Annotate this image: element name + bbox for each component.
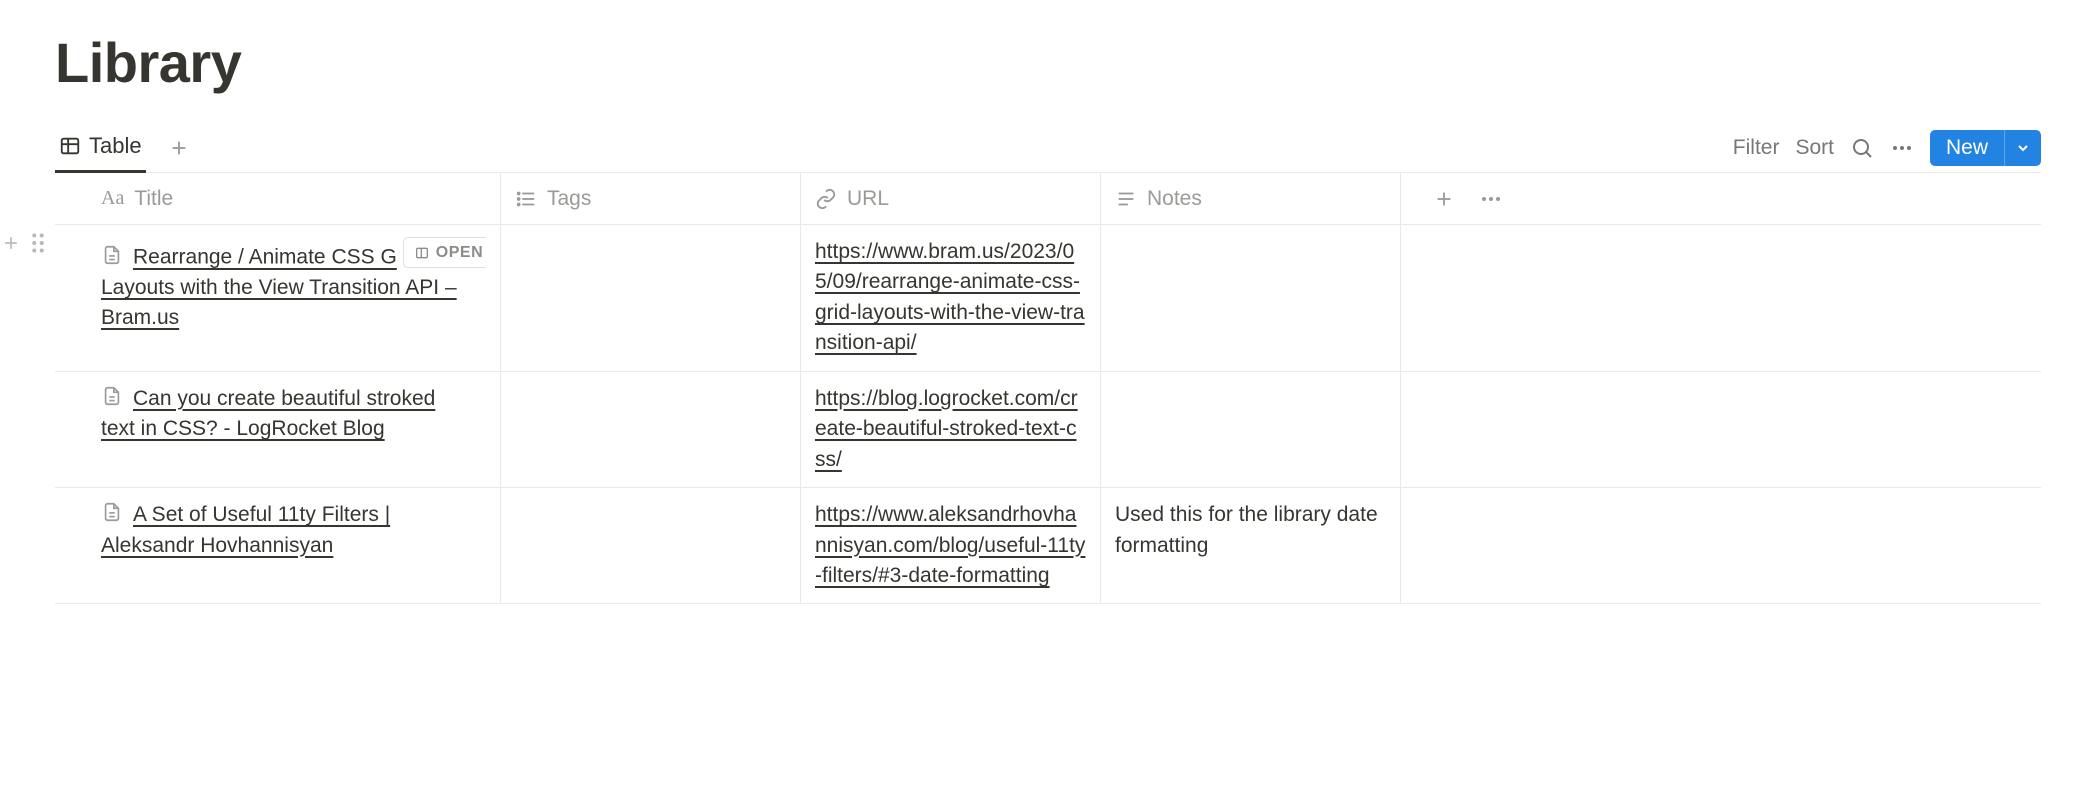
cell-url[interactable]: https://blog.logrocket.com/create-beauti…: [815, 387, 1078, 471]
column-more-icon[interactable]: [1479, 187, 1503, 211]
column-header-label: Notes: [1147, 187, 1202, 211]
open-side-peek-icon: [414, 245, 430, 261]
sort-button[interactable]: Sort: [1795, 136, 1834, 160]
cell-tags[interactable]: [501, 372, 801, 487]
column-header-label: Tags: [547, 187, 591, 211]
new-button[interactable]: New: [1930, 130, 2004, 166]
table-header-row: Aa Title Tags UR: [55, 173, 2041, 225]
add-column-button[interactable]: [1433, 188, 1455, 210]
row-title[interactable]: A Set of Useful 11ty Filters |: [133, 503, 390, 526]
row-title[interactable]: Rearrange / Animate CSS G: [133, 246, 397, 269]
table-row[interactable]: Rearrange / Animate CSS G OPEN Layouts w…: [55, 225, 2041, 372]
link-icon: [815, 188, 837, 210]
more-icon[interactable]: [1890, 136, 1914, 160]
row-title-continued[interactable]: text in CSS? - LogRocket Blog: [101, 414, 486, 444]
cell-tags[interactable]: [501, 488, 801, 603]
page-title: Library: [55, 30, 2041, 95]
row-title[interactable]: Can you create beautiful stroked: [133, 387, 435, 410]
add-row-button[interactable]: [1, 233, 21, 253]
cell-notes[interactable]: Used this for the library date formattin…: [1115, 503, 1378, 556]
column-header-title[interactable]: Aa Title: [55, 173, 501, 224]
cell-url[interactable]: https://www.aleksandrhovhannisyan.com/bl…: [815, 503, 1085, 587]
open-label: OPEN: [436, 241, 483, 264]
chevron-down-icon: [2015, 140, 2031, 156]
table-row[interactable]: Can you create beautiful stroked text in…: [55, 372, 2041, 488]
add-view-button[interactable]: [164, 133, 194, 163]
table-row[interactable]: A Set of Useful 11ty Filters | Aleksandr…: [55, 488, 2041, 604]
column-header-url[interactable]: URL: [801, 173, 1101, 224]
row-title-continued[interactable]: Aleksandr Hovhannisyan: [101, 531, 486, 561]
drag-handle-icon[interactable]: [31, 233, 45, 253]
open-page-button[interactable]: OPEN: [403, 237, 486, 268]
column-header-notes[interactable]: Notes: [1101, 173, 1401, 224]
text-icon: [1115, 188, 1137, 210]
title-type-icon: Aa: [101, 187, 124, 210]
page-icon: [101, 385, 123, 407]
cell-empty: [1401, 225, 2041, 371]
column-header-label: Title: [134, 187, 173, 211]
page-icon: [101, 244, 123, 266]
cell-empty: [1401, 372, 2041, 487]
cell-empty: [1401, 488, 2041, 603]
row-title-continued[interactable]: Layouts with the View Transition API – B…: [101, 273, 486, 334]
search-icon[interactable]: [1850, 136, 1874, 160]
view-tab-label: Table: [89, 133, 142, 159]
cell-url[interactable]: https://www.bram.us/2023/05/09/rearrange…: [815, 240, 1085, 354]
page-icon: [101, 501, 123, 523]
cell-tags[interactable]: [501, 225, 801, 371]
multi-select-icon: [515, 188, 537, 210]
new-button-dropdown[interactable]: [2004, 130, 2041, 166]
view-tab-table[interactable]: Table: [55, 123, 146, 173]
column-header-label: URL: [847, 187, 889, 211]
table-icon: [59, 135, 81, 157]
filter-button[interactable]: Filter: [1733, 136, 1780, 160]
column-header-tags[interactable]: Tags: [501, 173, 801, 224]
view-bar: Table Filter Sort New: [55, 123, 2041, 173]
